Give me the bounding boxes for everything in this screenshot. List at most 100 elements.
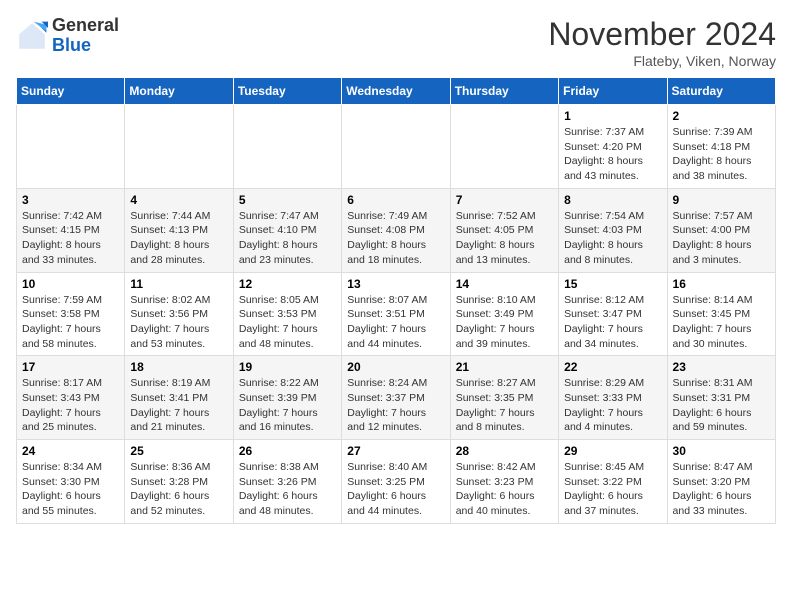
calendar-body: 1 Sunrise: 7:37 AMSunset: 4:20 PMDaylight… [17,105,776,524]
day-number: 30 [673,444,770,458]
calendar-table: SundayMondayTuesdayWednesdayThursdayFrid… [16,77,776,524]
day-number: 6 [347,193,444,207]
day-cell: 2Sunrise: 7:39 AMSunset: 4:18 PMDaylight… [667,105,775,189]
day-info: Sunrise: 7:49 AMSunset: 4:08 PMDaylight:… [347,209,444,268]
day-number: 17 [22,360,119,374]
day-number: 10 [22,277,119,291]
weekday-header-row: SundayMondayTuesdayWednesdayThursdayFrid… [17,78,776,105]
day-cell: 22Sunrise: 8:29 AMSunset: 3:33 PMDayligh… [559,356,667,440]
day-cell: 4Sunrise: 7:44 AMSunset: 4:13 PMDaylight… [125,188,233,272]
day-cell: 3Sunrise: 7:42 AMSunset: 4:15 PMDaylight… [17,188,125,272]
logo-text: General Blue [52,16,119,56]
day-info: Sunrise: 7:54 AMSunset: 4:03 PMDaylight:… [564,209,661,268]
weekday-header-thursday: Thursday [450,78,558,105]
day-cell: 28 Sunrise: 8:42 AMSunset: 3:23 PMDayligh… [450,440,558,524]
day-number: 15 [564,277,661,291]
day-cell: 13 Sunrise: 8:07 AMSunset: 3:51 PMDayligh… [342,272,450,356]
day-number: 2 [673,109,770,123]
day-info: Sunrise: 7:52 AMSunset: 4:05 PMDaylight:… [456,209,553,268]
day-info: Sunrise: 8:14 AMSunset: 3:45 PMDaylight:… [673,293,770,352]
day-cell [342,105,450,189]
day-number: 24 [22,444,119,458]
day-number: 9 [673,193,770,207]
day-cell: 23 Sunrise: 8:31 AMSunset: 3:31 PMDayligh… [667,356,775,440]
weekday-header-tuesday: Tuesday [233,78,341,105]
day-info: Sunrise: 8:12 AMSunset: 3:47 PMDaylight:… [564,293,661,352]
day-info: Sunrise: 8:17 AMSunset: 3:43 PMDaylight:… [22,376,119,435]
day-number: 25 [130,444,227,458]
weekday-header-saturday: Saturday [667,78,775,105]
day-info: Sunrise: 7:47 AMSunset: 4:10 PMDaylight:… [239,209,336,268]
weekday-header-monday: Monday [125,78,233,105]
day-number: 19 [239,360,336,374]
day-cell [125,105,233,189]
day-cell: 15 Sunrise: 8:12 AMSunset: 3:47 PMDayligh… [559,272,667,356]
day-number: 4 [130,193,227,207]
day-info: Sunrise: 8:10 AMSunset: 3:49 PMDaylight:… [456,293,553,352]
day-cell: 19 Sunrise: 8:22 AMSunset: 3:39 PMDayligh… [233,356,341,440]
week-row-1: 1 Sunrise: 7:37 AMSunset: 4:20 PMDaylight… [17,105,776,189]
day-info: Sunrise: 8:38 AMSunset: 3:26 PMDaylight:… [239,460,336,519]
day-number: 8 [564,193,661,207]
day-info: Sunrise: 8:29 AMSunset: 3:33 PMDaylight:… [564,376,661,435]
day-cell: 6 Sunrise: 7:49 AMSunset: 4:08 PMDaylight… [342,188,450,272]
week-row-5: 24 Sunrise: 8:34 AMSunset: 3:30 PMDayligh… [17,440,776,524]
month-title: November 2024 [548,16,776,53]
day-info: Sunrise: 8:07 AMSunset: 3:51 PMDaylight:… [347,293,444,352]
week-row-3: 10 Sunrise: 7:59 AMSunset: 3:58 PMDayligh… [17,272,776,356]
day-number: 21 [456,360,553,374]
day-cell: 21 Sunrise: 8:27 AMSunset: 3:35 PMDayligh… [450,356,558,440]
day-cell: 20Sunrise: 8:24 AMSunset: 3:37 PMDayligh… [342,356,450,440]
day-info: Sunrise: 8:05 AMSunset: 3:53 PMDaylight:… [239,293,336,352]
day-info: Sunrise: 8:45 AMSunset: 3:22 PMDaylight:… [564,460,661,519]
day-number: 23 [673,360,770,374]
day-info: Sunrise: 8:24 AMSunset: 3:37 PMDaylight:… [347,376,444,435]
day-info: Sunrise: 7:59 AMSunset: 3:58 PMDaylight:… [22,293,119,352]
day-cell: 27Sunrise: 8:40 AMSunset: 3:25 PMDayligh… [342,440,450,524]
day-cell: 12 Sunrise: 8:05 AMSunset: 3:53 PMDayligh… [233,272,341,356]
day-cell: 24 Sunrise: 8:34 AMSunset: 3:30 PMDayligh… [17,440,125,524]
day-info: Sunrise: 8:42 AMSunset: 3:23 PMDaylight:… [456,460,553,519]
day-number: 1 [564,109,661,123]
weekday-header-sunday: Sunday [17,78,125,105]
day-cell: 7Sunrise: 7:52 AMSunset: 4:05 PMDaylight… [450,188,558,272]
day-cell: 18Sunrise: 8:19 AMSunset: 3:41 PMDayligh… [125,356,233,440]
day-cell: 16 Sunrise: 8:14 AMSunset: 3:45 PMDayligh… [667,272,775,356]
day-cell: 29 Sunrise: 8:45 AMSunset: 3:22 PMDayligh… [559,440,667,524]
day-cell: 8 Sunrise: 7:54 AMSunset: 4:03 PMDaylight… [559,188,667,272]
day-cell: 30 Sunrise: 8:47 AMSunset: 3:20 PMDayligh… [667,440,775,524]
day-number: 29 [564,444,661,458]
day-info: Sunrise: 7:37 AMSunset: 4:20 PMDaylight:… [564,125,661,184]
day-number: 16 [673,277,770,291]
day-cell: 10 Sunrise: 7:59 AMSunset: 3:58 PMDayligh… [17,272,125,356]
day-cell [233,105,341,189]
day-number: 26 [239,444,336,458]
day-number: 18 [130,360,227,374]
day-info: Sunrise: 8:47 AMSunset: 3:20 PMDaylight:… [673,460,770,519]
day-number: 3 [22,193,119,207]
day-cell: 25 Sunrise: 8:36 AMSunset: 3:28 PMDayligh… [125,440,233,524]
day-cell [450,105,558,189]
logo: General Blue [16,16,119,56]
day-number: 28 [456,444,553,458]
day-info: Sunrise: 8:27 AMSunset: 3:35 PMDaylight:… [456,376,553,435]
day-info: Sunrise: 8:02 AMSunset: 3:56 PMDaylight:… [130,293,227,352]
day-number: 13 [347,277,444,291]
day-info: Sunrise: 8:40 AMSunset: 3:25 PMDaylight:… [347,460,444,519]
day-cell: 9 Sunrise: 7:57 AMSunset: 4:00 PMDaylight… [667,188,775,272]
day-info: Sunrise: 8:31 AMSunset: 3:31 PMDaylight:… [673,376,770,435]
day-number: 5 [239,193,336,207]
day-cell: 5 Sunrise: 7:47 AMSunset: 4:10 PMDaylight… [233,188,341,272]
day-number: 12 [239,277,336,291]
day-info: Sunrise: 8:36 AMSunset: 3:28 PMDaylight:… [130,460,227,519]
location-subtitle: Flateby, Viken, Norway [548,53,776,69]
week-row-4: 17 Sunrise: 8:17 AMSunset: 3:43 PMDayligh… [17,356,776,440]
day-cell: 14 Sunrise: 8:10 AMSunset: 3:49 PMDayligh… [450,272,558,356]
day-cell: 26 Sunrise: 8:38 AMSunset: 3:26 PMDayligh… [233,440,341,524]
day-cell: 17 Sunrise: 8:17 AMSunset: 3:43 PMDayligh… [17,356,125,440]
day-number: 14 [456,277,553,291]
day-info: Sunrise: 8:22 AMSunset: 3:39 PMDaylight:… [239,376,336,435]
title-block: November 2024 Flateby, Viken, Norway [548,16,776,69]
day-info: Sunrise: 7:57 AMSunset: 4:00 PMDaylight:… [673,209,770,268]
day-info: Sunrise: 8:34 AMSunset: 3:30 PMDaylight:… [22,460,119,519]
